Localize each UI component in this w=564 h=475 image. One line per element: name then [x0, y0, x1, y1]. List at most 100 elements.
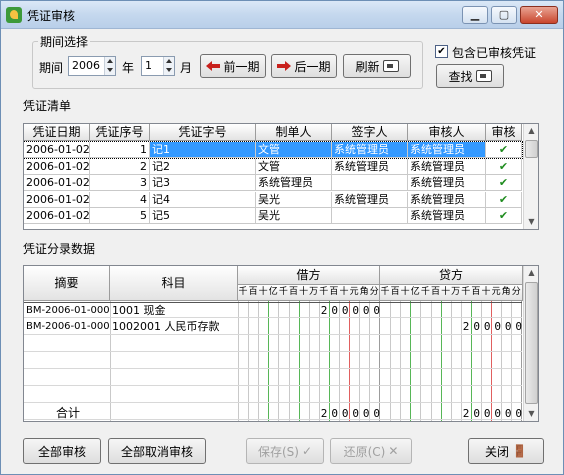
voucher-list-grid: 凭证日期 凭证序号 凭证字号 制单人 签字人 审核人 审核 2006-01-02… — [23, 123, 539, 230]
col-header-summary[interactable]: 摘要 — [24, 266, 110, 301]
col-header-signer[interactable]: 签字人 — [332, 124, 408, 141]
digit-divider — [379, 301, 381, 421]
refresh-button[interactable]: 刷新 — [343, 54, 411, 78]
cell-no[interactable]: 记5 — [150, 208, 256, 224]
reviewed-check-icon[interactable]: ✔ — [486, 158, 522, 175]
cell-reviewer[interactable]: 系统管理员 — [408, 158, 486, 175]
reviewed-check-icon[interactable]: ✔ — [486, 208, 522, 224]
voucher-list-scrollbar[interactable]: ▲ ▼ — [523, 124, 538, 229]
row-divider — [24, 402, 522, 403]
maximize-button[interactable]: ▢ — [491, 6, 517, 24]
col-header-reviewed[interactable]: 审核 — [486, 124, 522, 141]
unit-label: 万 — [309, 287, 319, 297]
cell-maker[interactable]: 吴光 — [256, 191, 332, 208]
digit-divider — [369, 301, 371, 421]
digit-divider — [450, 301, 452, 421]
month-value: 1 — [145, 59, 152, 72]
cell-maker[interactable]: 文管 — [256, 158, 332, 175]
digit-divider — [308, 301, 310, 421]
restore-button[interactable]: 还原(C) ✕ — [330, 438, 412, 464]
unit-label: 元 — [349, 287, 359, 297]
amount-digits[interactable]: 200000 — [321, 406, 384, 421]
year-spinner[interactable]: 2006 — [68, 56, 116, 76]
scroll-down-icon[interactable]: ▼ — [524, 215, 538, 229]
find-button[interactable]: 查找 — [436, 64, 504, 88]
col-header-reviewer[interactable]: 审核人 — [408, 124, 486, 141]
cell-seq[interactable]: 5 — [90, 208, 150, 224]
digit-divider — [298, 301, 300, 421]
unit-label: 十 — [441, 287, 451, 297]
cell-signer[interactable] — [332, 208, 408, 224]
unit-label: 十 — [299, 287, 309, 297]
entry-summary[interactable]: BM-2006-01-000 — [24, 303, 110, 319]
month-spinner[interactable]: 1 — [141, 56, 175, 76]
scroll-up-icon[interactable]: ▲ — [524, 266, 538, 280]
entry-subject[interactable]: 1001 现金 — [110, 303, 238, 319]
digit-divider — [248, 301, 250, 421]
minimize-button[interactable]: ▁ — [462, 6, 488, 24]
scroll-down-icon[interactable]: ▼ — [524, 407, 538, 421]
row-divider — [24, 368, 522, 369]
close-window-button[interactable]: ✕ — [520, 6, 558, 24]
amount-digits[interactable]: 200000 — [463, 319, 526, 335]
cancel-all-review-button[interactable]: 全部取消审核 — [108, 438, 206, 464]
credit-units-row: 千百十亿千百十万千百十元角分 — [380, 285, 523, 301]
amount-digits[interactable]: 200000 — [463, 406, 526, 421]
col-header-credit[interactable]: 贷方 — [380, 266, 523, 285]
unit-label: 十 — [481, 287, 491, 297]
col-header-subject[interactable]: 科目 — [110, 266, 238, 301]
close-button[interactable]: 关闭 🚪 — [468, 438, 544, 464]
amount-digits[interactable]: 200000 — [321, 303, 384, 319]
cell-reviewer[interactable]: 系统管理员 — [408, 208, 486, 224]
cell-date[interactable]: 2006-01-02 — [24, 175, 90, 191]
digit-divider — [318, 301, 320, 421]
approve-all-button[interactable]: 全部审核 — [23, 438, 101, 464]
cell-seq[interactable]: 2 — [90, 158, 150, 175]
col-header-debit[interactable]: 借方 — [238, 266, 380, 285]
col-header-date[interactable]: 凭证日期 — [24, 124, 90, 141]
cell-no[interactable]: 记4 — [150, 191, 256, 208]
digit-divider — [288, 301, 290, 421]
cell-reviewer[interactable]: 系统管理员 — [408, 175, 486, 191]
cell-date[interactable]: 2006-01-02 — [24, 191, 90, 208]
cell-date[interactable]: 2006-01-02 — [24, 208, 90, 224]
prev-period-button[interactable]: 前一期 — [200, 54, 266, 78]
cell-reviewer[interactable]: 系统管理员 — [408, 191, 486, 208]
save-button[interactable]: 保存(S) ✓ — [246, 438, 324, 464]
scroll-up-icon[interactable]: ▲ — [524, 124, 538, 138]
scroll-thumb[interactable] — [525, 282, 538, 404]
digit-divider — [339, 301, 340, 421]
unit-label: 千 — [278, 287, 288, 297]
unit-label: 元 — [491, 287, 501, 297]
reviewed-check-icon[interactable]: ✔ — [486, 191, 522, 208]
col-header-maker[interactable]: 制单人 — [256, 124, 332, 141]
col-header-voucher-no[interactable]: 凭证字号 — [150, 124, 256, 141]
entry-subject[interactable]: 1002001 人民币存款 — [110, 319, 238, 335]
check-icon: ✓ — [301, 444, 313, 458]
cell-seq[interactable]: 3 — [90, 175, 150, 191]
title-bar: 凭证审核 ▁ ▢ ✕ — [1, 1, 563, 29]
entry-summary[interactable]: BM-2006-01-000 — [24, 319, 110, 335]
cell-maker[interactable]: 系统管理员 — [256, 175, 332, 191]
reviewed-check-icon[interactable]: ✔ — [486, 175, 522, 191]
debit-units-row: 千百十亿千百十万千百十元角分 — [238, 285, 380, 301]
cell-no[interactable]: 记3 — [150, 175, 256, 191]
cell-seq[interactable]: 4 — [90, 191, 150, 208]
next-period-button[interactable]: 后一期 — [271, 54, 337, 78]
cell-date[interactable]: 2006-01-02 — [24, 158, 90, 175]
cell-signer[interactable]: 系统管理员 — [332, 191, 408, 208]
col-header-seq[interactable]: 凭证序号 — [90, 124, 150, 141]
col-divider — [238, 301, 239, 421]
include-reviewed-checkbox[interactable]: ✔ — [435, 45, 448, 58]
cell-signer[interactable]: 系统管理员 — [332, 158, 408, 175]
cell-maker[interactable]: 吴光 — [256, 208, 332, 224]
unit-label: 千 — [461, 287, 471, 297]
unit-label: 千 — [238, 287, 248, 297]
scroll-thumb[interactable] — [525, 140, 538, 158]
cell-signer[interactable] — [332, 175, 408, 191]
unit-label: 千 — [319, 287, 329, 297]
entries-scrollbar[interactable]: ▲ ▼ — [523, 266, 538, 421]
save-label: 保存(S) — [257, 444, 299, 459]
unit-label: 十 — [258, 287, 268, 297]
cell-no[interactable]: 记2 — [150, 158, 256, 175]
